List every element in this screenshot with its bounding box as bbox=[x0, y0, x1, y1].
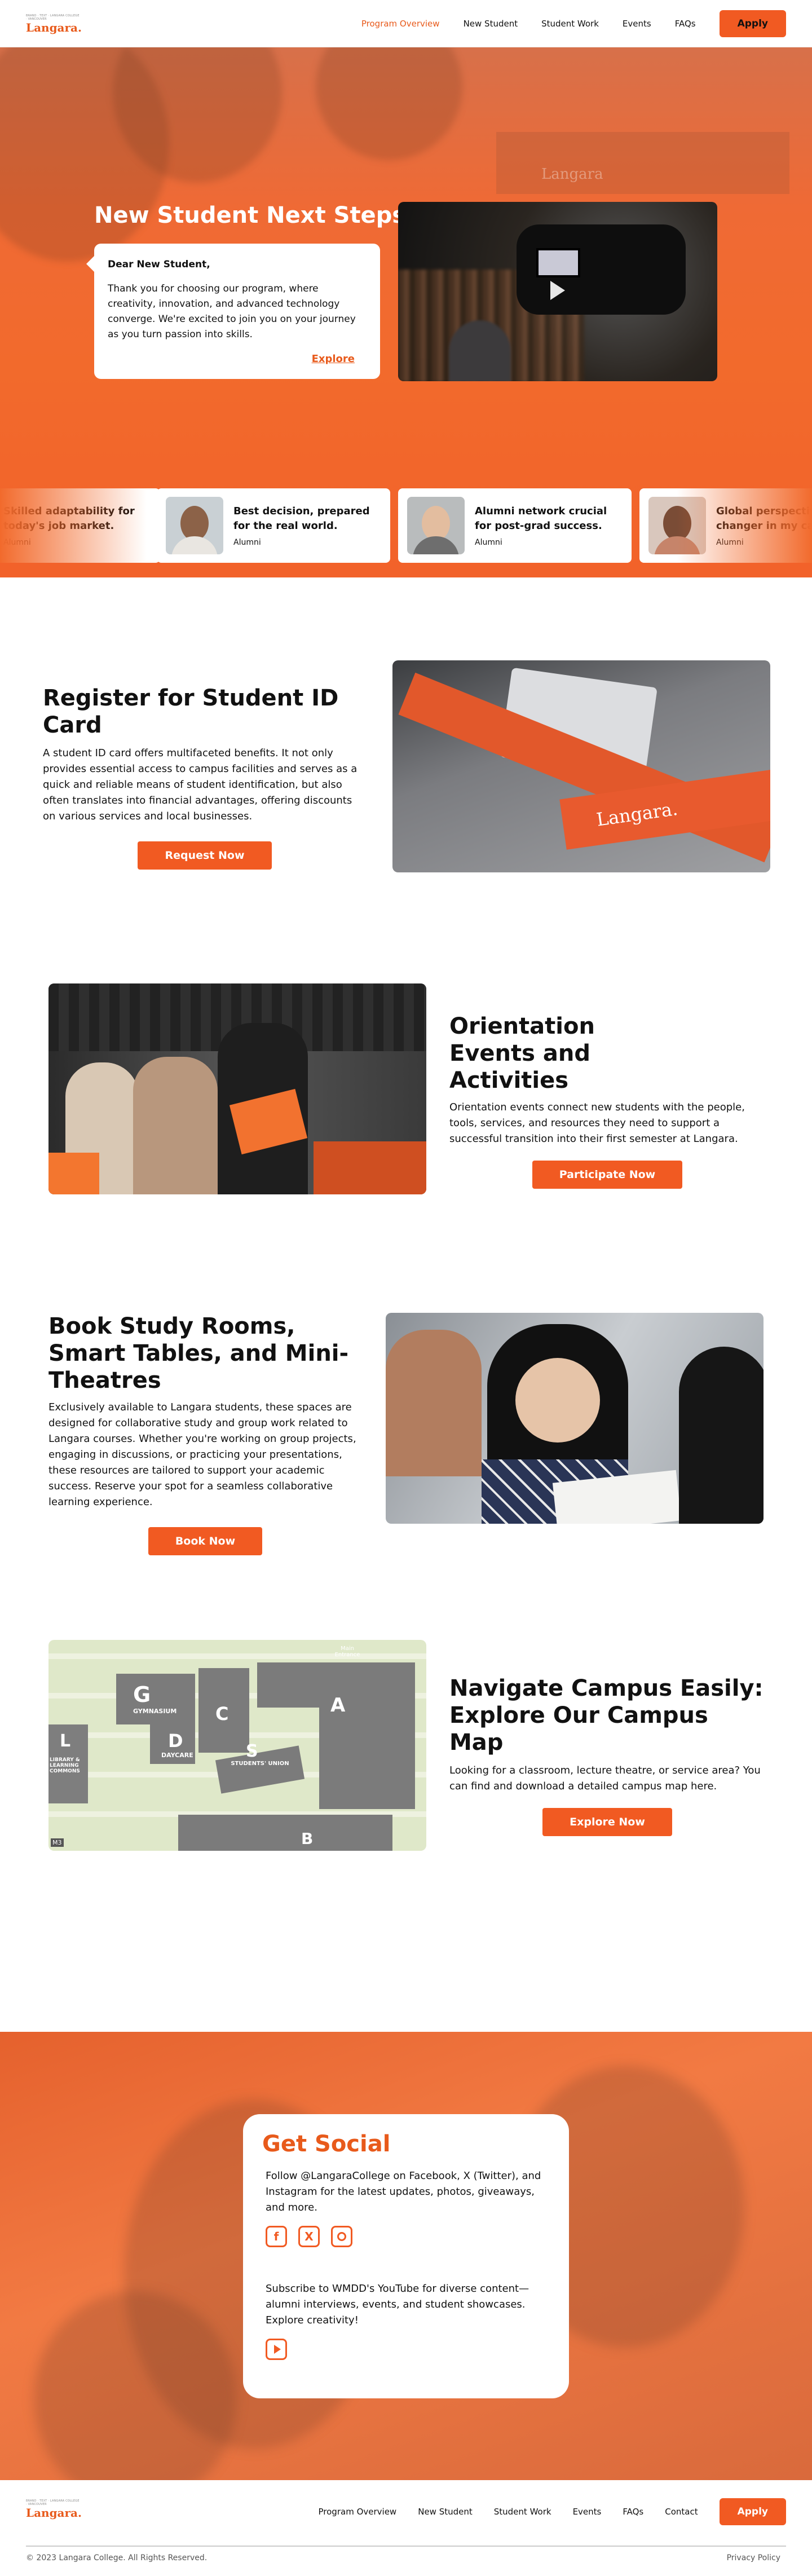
map-label-c: C bbox=[215, 1703, 229, 1724]
social-follow-text: Follow @LangaraCollege on Facebook, X (T… bbox=[266, 2170, 541, 2213]
video-person bbox=[449, 320, 511, 381]
testimonial-card[interactable]: Skilled adaptability for today's job mar… bbox=[0, 488, 160, 563]
testimonial-carousel[interactable]: Skilled adaptability for today's job mar… bbox=[0, 488, 812, 563]
orientation-section: Orientation Events and Activities Orient… bbox=[0, 945, 812, 1295]
privacy-policy-link[interactable]: Privacy Policy bbox=[727, 2553, 780, 2562]
testimonial-role: Alumni bbox=[716, 538, 744, 547]
footer-nav-new-student[interactable]: New Student bbox=[418, 2507, 473, 2517]
map-label-s: S bbox=[246, 1741, 258, 1761]
study-rooms-photo bbox=[386, 1313, 764, 1524]
logo-wordmark: Langara. bbox=[26, 2506, 82, 2520]
campus-map-body: Looking for a classroom, lecture theatre… bbox=[449, 1765, 761, 1792]
alumni-photo bbox=[407, 497, 465, 554]
orientation-body: Orientation events connect new students … bbox=[449, 1101, 745, 1145]
study-rooms-section: Book Study Rooms, Smart Tables, and Mini… bbox=[0, 1295, 812, 1640]
nav-new-student[interactable]: New Student bbox=[464, 19, 518, 29]
explore-link[interactable]: Explore bbox=[312, 351, 355, 367]
copyright: © 2023 Langara College. All Rights Reser… bbox=[26, 2553, 208, 2562]
welcome-greeting: Dear New Student, bbox=[108, 259, 210, 270]
map-label-library: LIBRARY & LEARNING COMMONS bbox=[50, 1757, 80, 1774]
social-youtube-text: Subscribe to WMDD's YouTube for diverse … bbox=[266, 2283, 529, 2326]
social-title: Get Social bbox=[262, 2131, 391, 2157]
langara-logo[interactable]: BRAND · TEXT · LANGARA COLLEGE · VANCOUV… bbox=[26, 14, 82, 34]
intro-video[interactable] bbox=[398, 202, 717, 381]
get-social-section: Get Social Follow @LangaraCollege on Fac… bbox=[0, 2032, 812, 2480]
footer-nav-contact[interactable]: Contact bbox=[665, 2507, 698, 2517]
nav-events[interactable]: Events bbox=[623, 19, 651, 29]
hero-section: Langara New Student Next Steps Dear New … bbox=[0, 47, 812, 577]
logo-tagline: BRAND · TEXT · LANGARA COLLEGE · VANCOUV… bbox=[26, 2499, 80, 2506]
welcome-card: Dear New Student, Thank you for choosing… bbox=[86, 244, 380, 379]
map-label-g: G bbox=[133, 1682, 151, 1707]
youtube-icon[interactable] bbox=[266, 2339, 287, 2360]
social-card: Get Social Follow @LangaraCollege on Fac… bbox=[243, 2114, 569, 2398]
testimonial-card[interactable]: Best decision, prepared for the real wor… bbox=[157, 488, 390, 563]
main-nav: Program Overview New Student Student Wor… bbox=[361, 10, 786, 37]
testimonial-card[interactable]: Alumni network crucial for post-grad suc… bbox=[398, 488, 632, 563]
hero-title: New Student Next Steps bbox=[94, 202, 406, 228]
testimonial-quote: Best decision, prepared for the real wor… bbox=[233, 505, 370, 532]
map-label-l: L bbox=[60, 1731, 71, 1751]
footer-divider bbox=[26, 2546, 786, 2547]
footer-nav-student-work[interactable]: Student Work bbox=[494, 2507, 551, 2517]
map-label-a: A bbox=[330, 1694, 346, 1717]
footer-nav-events[interactable]: Events bbox=[573, 2507, 602, 2517]
footer-logo[interactable]: BRAND · TEXT · LANGARA COLLEGE · VANCOUV… bbox=[26, 2499, 82, 2520]
map-label-b: B bbox=[301, 1829, 314, 1848]
testimonial-quote: Global perspective, a changer in my care… bbox=[716, 505, 812, 532]
testimonial-card[interactable]: Global perspective, a changer in my care… bbox=[639, 488, 812, 563]
site-footer: BRAND · TEXT · LANGARA COLLEGE · VANCOUV… bbox=[0, 2480, 812, 2576]
x-twitter-icon[interactable]: X bbox=[298, 2226, 320, 2247]
alumni-photo bbox=[166, 497, 223, 554]
id-card-photo: Langara. bbox=[392, 660, 770, 872]
footer-nav-faqs[interactable]: FAQs bbox=[623, 2507, 643, 2517]
nav-faqs[interactable]: FAQs bbox=[675, 19, 696, 29]
camera-screen bbox=[536, 248, 580, 277]
footer-nav-program-overview[interactable]: Program Overview bbox=[319, 2507, 397, 2517]
map-label-d: D bbox=[168, 1730, 183, 1752]
testimonial-role: Alumni bbox=[475, 538, 502, 547]
testimonial-quote: Alumni network crucial for post-grad suc… bbox=[475, 505, 607, 532]
map-label-main-entrance: Main Entrance bbox=[334, 1646, 360, 1658]
social-icons: f X bbox=[266, 2226, 546, 2247]
logo-wordmark: Langara. bbox=[26, 20, 82, 34]
hero-background-tree bbox=[316, 47, 462, 160]
facebook-icon[interactable]: f bbox=[266, 2226, 287, 2247]
alumni-photo bbox=[648, 497, 706, 554]
study-rooms-body: Exclusively available to Langara student… bbox=[48, 1401, 356, 1508]
orientation-photo bbox=[48, 983, 426, 1194]
nav-program-overview[interactable]: Program Overview bbox=[361, 19, 440, 29]
hero-background-building bbox=[496, 132, 789, 194]
book-now-button[interactable]: Book Now bbox=[148, 1527, 263, 1555]
map-label-m3: M3 bbox=[51, 1838, 64, 1847]
campus-map-title: Navigate Campus Easily: Explore Our Camp… bbox=[449, 1675, 764, 1755]
instagram-icon[interactable] bbox=[331, 2226, 352, 2247]
apply-button[interactable]: Apply bbox=[719, 10, 786, 37]
campus-map-section: G GYMNASIUM D DAYCARE C A S STUDENTS' UN… bbox=[0, 1640, 812, 2032]
study-rooms-title: Book Study Rooms, Smart Tables, and Mini… bbox=[48, 1313, 349, 1393]
id-card-title: Register for Student ID Card bbox=[43, 685, 339, 738]
play-icon[interactable] bbox=[550, 281, 565, 300]
campus-map-image[interactable]: G GYMNASIUM D DAYCARE C A S STUDENTS' UN… bbox=[48, 1640, 426, 1851]
welcome-body: Thank you for choosing our program, wher… bbox=[108, 283, 356, 340]
id-card-section: Register for Student ID Card A student I… bbox=[0, 577, 812, 945]
participate-now-button[interactable]: Participate Now bbox=[532, 1161, 683, 1189]
site-header: BRAND · TEXT · LANGARA COLLEGE · VANCOUV… bbox=[0, 0, 812, 47]
footer-nav: Program Overview New Student Student Wor… bbox=[319, 2498, 786, 2525]
logo-tagline: BRAND · TEXT · LANGARA COLLEGE · VANCOUV… bbox=[26, 14, 80, 21]
testimonial-role: Alumni bbox=[3, 538, 31, 547]
map-label-gymnasium: GYMNASIUM bbox=[133, 1708, 177, 1715]
testimonial-quote: Skilled adaptability for today's job mar… bbox=[3, 505, 135, 532]
map-label-daycare: DAYCARE bbox=[161, 1752, 193, 1759]
footer-apply-button[interactable]: Apply bbox=[719, 2498, 786, 2525]
request-now-button[interactable]: Request Now bbox=[138, 841, 272, 870]
id-card-body: A student ID card offers multifaceted be… bbox=[43, 747, 358, 822]
nav-student-work[interactable]: Student Work bbox=[541, 19, 599, 29]
map-label-students-union: STUDENTS' UNION bbox=[231, 1761, 289, 1767]
explore-now-button[interactable]: Explore Now bbox=[542, 1808, 672, 1836]
orientation-title: Orientation Events and Activities bbox=[449, 1013, 595, 1093]
testimonial-role: Alumni bbox=[233, 538, 261, 547]
building-sign: Langara bbox=[541, 166, 603, 183]
